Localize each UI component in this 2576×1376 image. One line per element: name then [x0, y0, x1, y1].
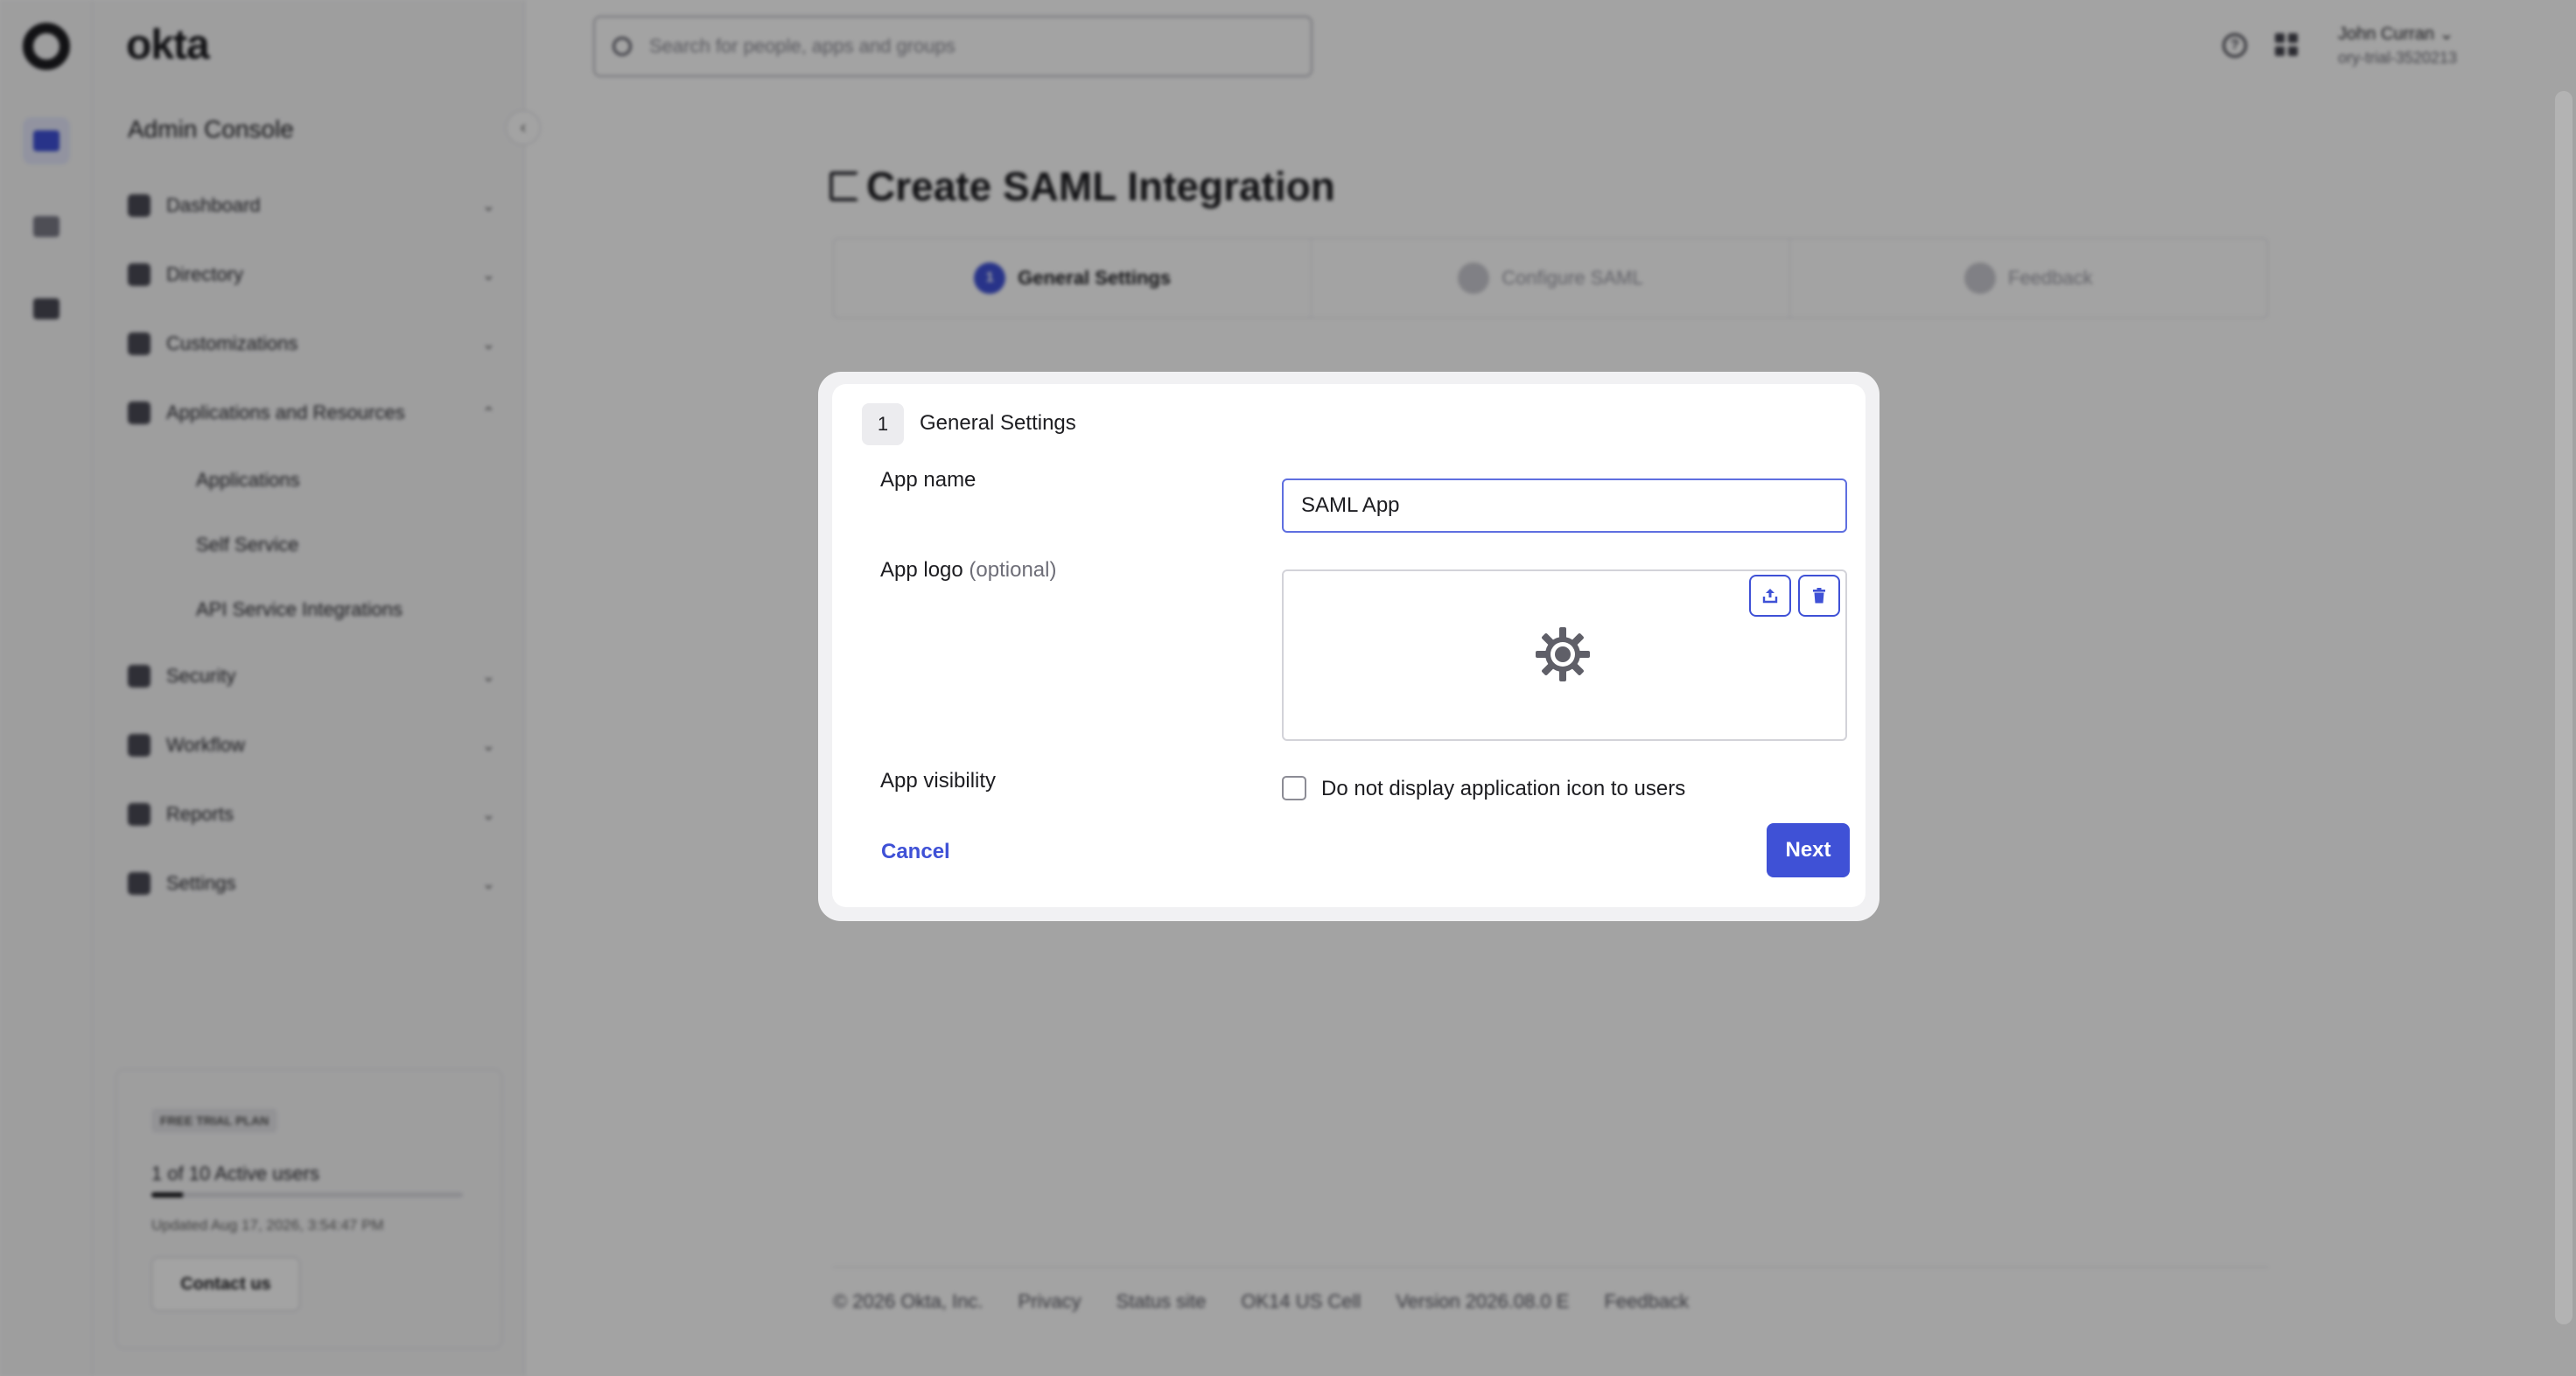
hide-app-icon-label[interactable]: Do not display application icon to users: [1321, 777, 1685, 801]
app-visibility-label: App visibility: [880, 769, 997, 793]
delete-logo-button[interactable]: [1798, 575, 1840, 617]
app-name-label: App name: [880, 468, 976, 492]
gear-placeholder-icon: [1536, 627, 1590, 681]
app-logo-label: App logo (optional): [880, 558, 1056, 583]
app-logo-dropzone[interactable]: [1282, 569, 1847, 741]
next-button[interactable]: Next: [1767, 823, 1850, 877]
step-number-badge: 1: [862, 403, 904, 445]
hide-app-icon-checkbox[interactable]: [1282, 776, 1306, 800]
dialog-body: 1 General Settings App name App logo (op…: [832, 384, 1866, 907]
optional-hint: (optional): [969, 558, 1057, 582]
trash-icon: [1813, 588, 1825, 604]
app-logo-label-text: App logo: [880, 558, 963, 582]
upload-logo-button[interactable]: [1749, 575, 1791, 617]
cancel-button[interactable]: Cancel: [881, 840, 950, 864]
dialog-title: General Settings: [920, 411, 1076, 435]
app-name-input[interactable]: [1282, 478, 1847, 533]
general-settings-dialog: 1 General Settings App name App logo (op…: [818, 372, 1880, 921]
upload-icon: [1762, 589, 1778, 604]
scrollbar[interactable]: [2555, 91, 2572, 1324]
